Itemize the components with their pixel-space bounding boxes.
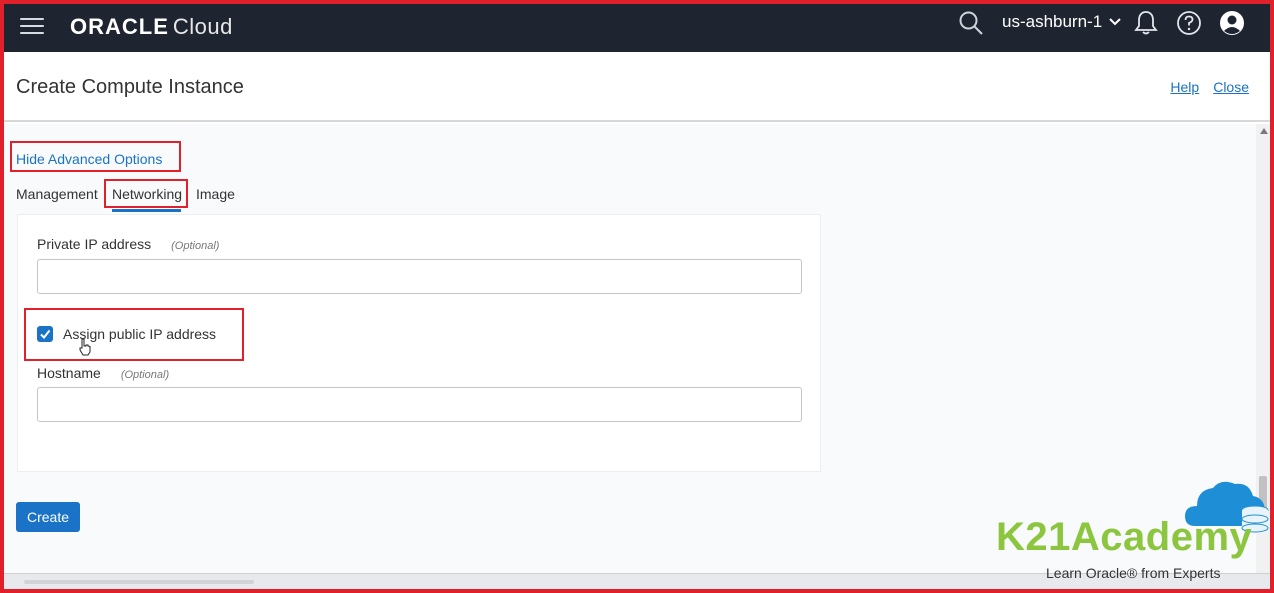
help-icon[interactable]: [1176, 10, 1202, 36]
oracle-cloud-logo[interactable]: ORACLE Cloud: [70, 14, 233, 40]
user-profile-icon[interactable]: [1219, 10, 1245, 36]
tab-image[interactable]: Image: [196, 186, 235, 202]
chevron-down-icon: [1109, 18, 1121, 26]
watermark-title: K21Academy: [996, 515, 1253, 559]
page-title: Create Compute Instance: [16, 76, 244, 98]
search-icon[interactable]: [958, 10, 984, 36]
highlight-box-advanced-options: [10, 141, 181, 172]
hamburger-menu-icon[interactable]: [20, 16, 44, 36]
hostname-input[interactable]: [37, 387, 802, 422]
highlight-box-networking-tab: [104, 179, 188, 208]
private-ip-label: Private IP address (Optional): [37, 236, 219, 252]
private-ip-label-text: Private IP address: [37, 236, 152, 252]
notification-bell-icon[interactable]: [1134, 10, 1158, 36]
page-header: Create Compute Instance Help Close: [4, 52, 1270, 122]
hostname-label: Hostname (Optional): [37, 365, 169, 381]
scroll-up-arrow-icon[interactable]: [1260, 128, 1268, 134]
private-ip-optional-hint: (Optional): [171, 240, 220, 252]
hostname-optional-hint: (Optional): [120, 369, 170, 381]
watermark-subtitle: Learn Oracle® from Experts: [1046, 565, 1221, 581]
highlight-box-assign-public-ip: [24, 308, 244, 361]
logo-brand: ORACLE: [70, 14, 169, 39]
create-button[interactable]: Create: [16, 502, 80, 532]
header-links: Help Close: [1170, 79, 1249, 95]
help-link[interactable]: Help: [1170, 79, 1199, 95]
private-ip-input[interactable]: [37, 259, 802, 294]
active-tab-indicator: [112, 209, 181, 212]
tab-management[interactable]: Management: [16, 186, 98, 202]
logo-product: Cloud: [172, 14, 233, 39]
hostname-label-text: Hostname: [37, 365, 101, 381]
close-link[interactable]: Close: [1213, 79, 1249, 95]
region-selector[interactable]: us-ashburn-1: [1002, 12, 1122, 32]
region-label: us-ashburn-1: [1002, 12, 1103, 31]
